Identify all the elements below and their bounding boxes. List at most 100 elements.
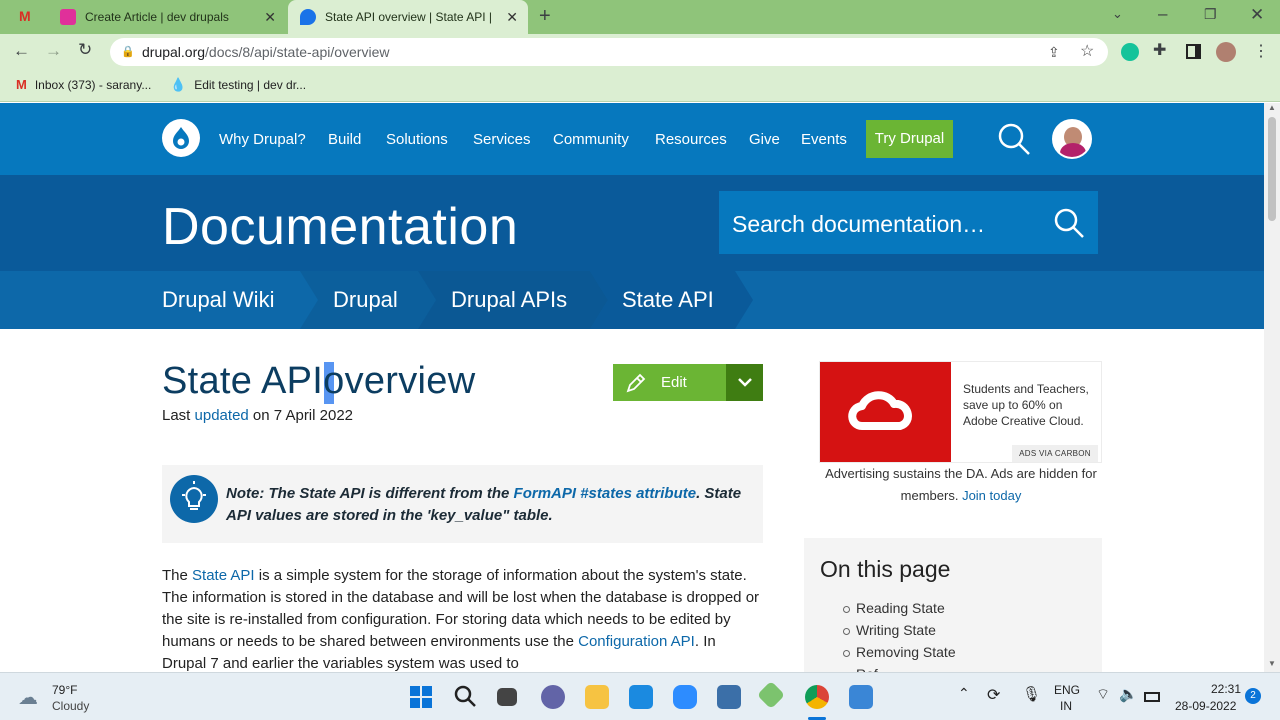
clock-date[interactable]: 28-09-2022 bbox=[1175, 699, 1236, 713]
toc-item-writing-state[interactable]: Writing State bbox=[843, 622, 956, 644]
volume-icon[interactable]: 🔈 bbox=[1119, 685, 1138, 703]
drupal-favicon-icon bbox=[300, 9, 316, 25]
scroll-up-icon[interactable]: ▲ bbox=[1268, 103, 1276, 112]
breadcrumb-drupal[interactable]: Drupal bbox=[333, 271, 398, 329]
note-text: Note: The State API is different from th… bbox=[226, 483, 756, 527]
title-part-1: State API bbox=[162, 360, 324, 402]
state-api-link[interactable]: State API bbox=[192, 567, 255, 584]
gmail-icon[interactable]: M bbox=[19, 8, 31, 24]
toc-item-removing-state[interactable]: Removing State bbox=[843, 644, 956, 666]
virtualbox-icon[interactable] bbox=[717, 685, 741, 709]
notification-badge[interactable]: 2 bbox=[1245, 688, 1261, 704]
profile-avatar-icon[interactable] bbox=[1216, 42, 1236, 62]
close-window-icon[interactable]: ✕ bbox=[1250, 5, 1264, 25]
nav-solutions[interactable]: Solutions bbox=[386, 131, 448, 148]
documentation-search[interactable]: Search documentation… bbox=[719, 191, 1098, 254]
wifi-icon[interactable]: ⌔ bbox=[1096, 685, 1110, 704]
breadcrumb-drupal-apis[interactable]: Drupal APIs bbox=[451, 271, 567, 329]
file-explorer-icon[interactable] bbox=[585, 685, 609, 709]
share-icon[interactable]: ⇪ bbox=[1048, 38, 1060, 66]
new-tab-icon[interactable]: + bbox=[539, 5, 551, 28]
article-body: The State API is a simple system for the… bbox=[162, 565, 764, 675]
nav-events[interactable]: Events bbox=[801, 131, 847, 148]
language-eng[interactable]: ENG bbox=[1054, 683, 1080, 697]
zoom-icon[interactable] bbox=[673, 685, 697, 709]
chrome-menu-icon[interactable]: ⋮ bbox=[1253, 41, 1269, 61]
page-scrollbar[interactable]: ▲ ▼ bbox=[1264, 103, 1280, 672]
scrollbar-thumb[interactable] bbox=[1268, 117, 1276, 221]
lightbulb-icon bbox=[170, 475, 218, 523]
browser-toolbar: ← → ↻ 🔒 drupal.org/docs/8/api/state-api/… bbox=[0, 34, 1280, 70]
notepad-icon[interactable] bbox=[849, 685, 873, 709]
teams-chat-icon[interactable] bbox=[541, 685, 565, 709]
nav-services[interactable]: Services bbox=[473, 131, 531, 148]
bookmark-edit-testing[interactable]: 💧 Edit testing | dev dr... bbox=[170, 77, 306, 93]
toc-item-reading-state[interactable]: Reading State bbox=[843, 600, 956, 622]
back-icon[interactable]: ← bbox=[13, 41, 30, 61]
drupal-drop-icon: 💧 bbox=[170, 77, 187, 92]
battery-icon[interactable] bbox=[1144, 692, 1160, 702]
tab-search-chevron-icon[interactable]: ⌄ bbox=[1112, 6, 1123, 22]
tab-create-article[interactable]: Create Article | dev drupals ✕ bbox=[48, 0, 286, 34]
try-drupal-button[interactable]: Try Drupal bbox=[866, 120, 953, 158]
adobe-creative-cloud-logo-icon[interactable] bbox=[820, 362, 951, 462]
weather-desc[interactable]: Cloudy bbox=[52, 699, 89, 713]
nav-give[interactable]: Give bbox=[749, 131, 780, 148]
pencil-icon bbox=[625, 372, 647, 399]
formapi-states-link[interactable]: FormAPI #states attribute bbox=[514, 485, 697, 502]
bookmark-inbox[interactable]: M Inbox (373) - sarany... bbox=[16, 77, 151, 92]
clock-time[interactable]: 22:31 bbox=[1211, 682, 1241, 696]
lock-icon: 🔒 bbox=[121, 46, 135, 58]
ads-via-carbon-badge[interactable]: ADS VIA CARBON bbox=[1012, 445, 1098, 462]
forward-icon[interactable]: → bbox=[45, 41, 62, 61]
nav-build[interactable]: Build bbox=[328, 131, 361, 148]
search-icon[interactable] bbox=[453, 684, 477, 713]
on-this-page-box: On this page Reading State Writing State… bbox=[804, 538, 1102, 678]
microphone-icon[interactable]: 🎙 bbox=[1022, 685, 1041, 703]
task-view-icon[interactable] bbox=[497, 688, 517, 706]
search-icon[interactable] bbox=[1052, 206, 1086, 245]
join-today-link[interactable]: Join today bbox=[962, 488, 1021, 503]
search-icon[interactable] bbox=[996, 121, 1032, 162]
bookmark-star-icon[interactable]: ☆ bbox=[1080, 38, 1094, 66]
drupal-logo-icon[interactable] bbox=[162, 119, 200, 157]
weather-cloud-icon[interactable]: ☁ bbox=[18, 685, 38, 710]
show-hidden-icons-chevron-icon[interactable]: ⌃ bbox=[958, 685, 970, 702]
start-windows-icon[interactable] bbox=[409, 685, 433, 709]
reload-icon[interactable]: ↻ bbox=[78, 40, 92, 60]
vscode-icon[interactable] bbox=[629, 685, 653, 709]
carbon-ad[interactable]: Students and Teachers, save up to 60% on… bbox=[819, 361, 1102, 463]
close-tab-icon[interactable]: ✕ bbox=[506, 9, 518, 26]
gem-app-icon[interactable] bbox=[756, 680, 786, 710]
weather-temp[interactable]: 79°F bbox=[52, 683, 77, 697]
nav-resources[interactable]: Resources bbox=[655, 131, 727, 148]
minimize-icon[interactable]: – bbox=[1158, 4, 1167, 24]
address-bar[interactable]: 🔒 drupal.org/docs/8/api/state-api/overvi… bbox=[110, 38, 1108, 66]
sync-icon[interactable]: ⟳ bbox=[987, 685, 1000, 705]
breadcrumb-state-api[interactable]: State API bbox=[622, 271, 714, 329]
updated-suffix: on 7 April 2022 bbox=[248, 407, 354, 424]
language-in[interactable]: IN bbox=[1060, 699, 1072, 713]
scroll-down-icon[interactable]: ▼ bbox=[1268, 659, 1276, 668]
gmail-icon: M bbox=[16, 77, 27, 92]
breadcrumb-drupal-wiki[interactable]: Drupal Wiki bbox=[162, 271, 274, 329]
restore-icon[interactable]: ❐ bbox=[1204, 6, 1217, 23]
toc-list: Reading State Writing State Removing Sta… bbox=[843, 600, 956, 678]
bookmark-label: Inbox (373) - sarany... bbox=[34, 77, 152, 92]
body-text-1: The bbox=[162, 567, 193, 584]
close-tab-icon[interactable]: ✕ bbox=[264, 9, 276, 26]
nav-why-drupal[interactable]: Why Drupal? bbox=[219, 131, 306, 148]
configuration-api-link[interactable]: Configuration API bbox=[578, 633, 695, 650]
grammarly-icon[interactable] bbox=[1121, 43, 1139, 61]
edit-button[interactable]: Edit bbox=[613, 364, 763, 401]
tab-state-api[interactable]: State API overview | State API | Dr ✕ bbox=[288, 0, 528, 34]
chrome-icon[interactable] bbox=[805, 685, 829, 709]
extensions-icon[interactable]: ✚ bbox=[1153, 40, 1166, 60]
nav-community[interactable]: Community bbox=[553, 131, 629, 148]
edit-dropdown-toggle[interactable] bbox=[726, 364, 763, 401]
windows-taskbar: ☁ 79°F Cloudy ⌃ ⟳ 🎙 ENG IN ⌔ 🔈 22:31 28-… bbox=[0, 672, 1280, 720]
user-avatar[interactable] bbox=[1052, 119, 1092, 159]
side-panel-icon[interactable] bbox=[1186, 44, 1201, 59]
edit-label: Edit bbox=[661, 374, 687, 391]
updated-link[interactable]: updated bbox=[195, 407, 249, 424]
